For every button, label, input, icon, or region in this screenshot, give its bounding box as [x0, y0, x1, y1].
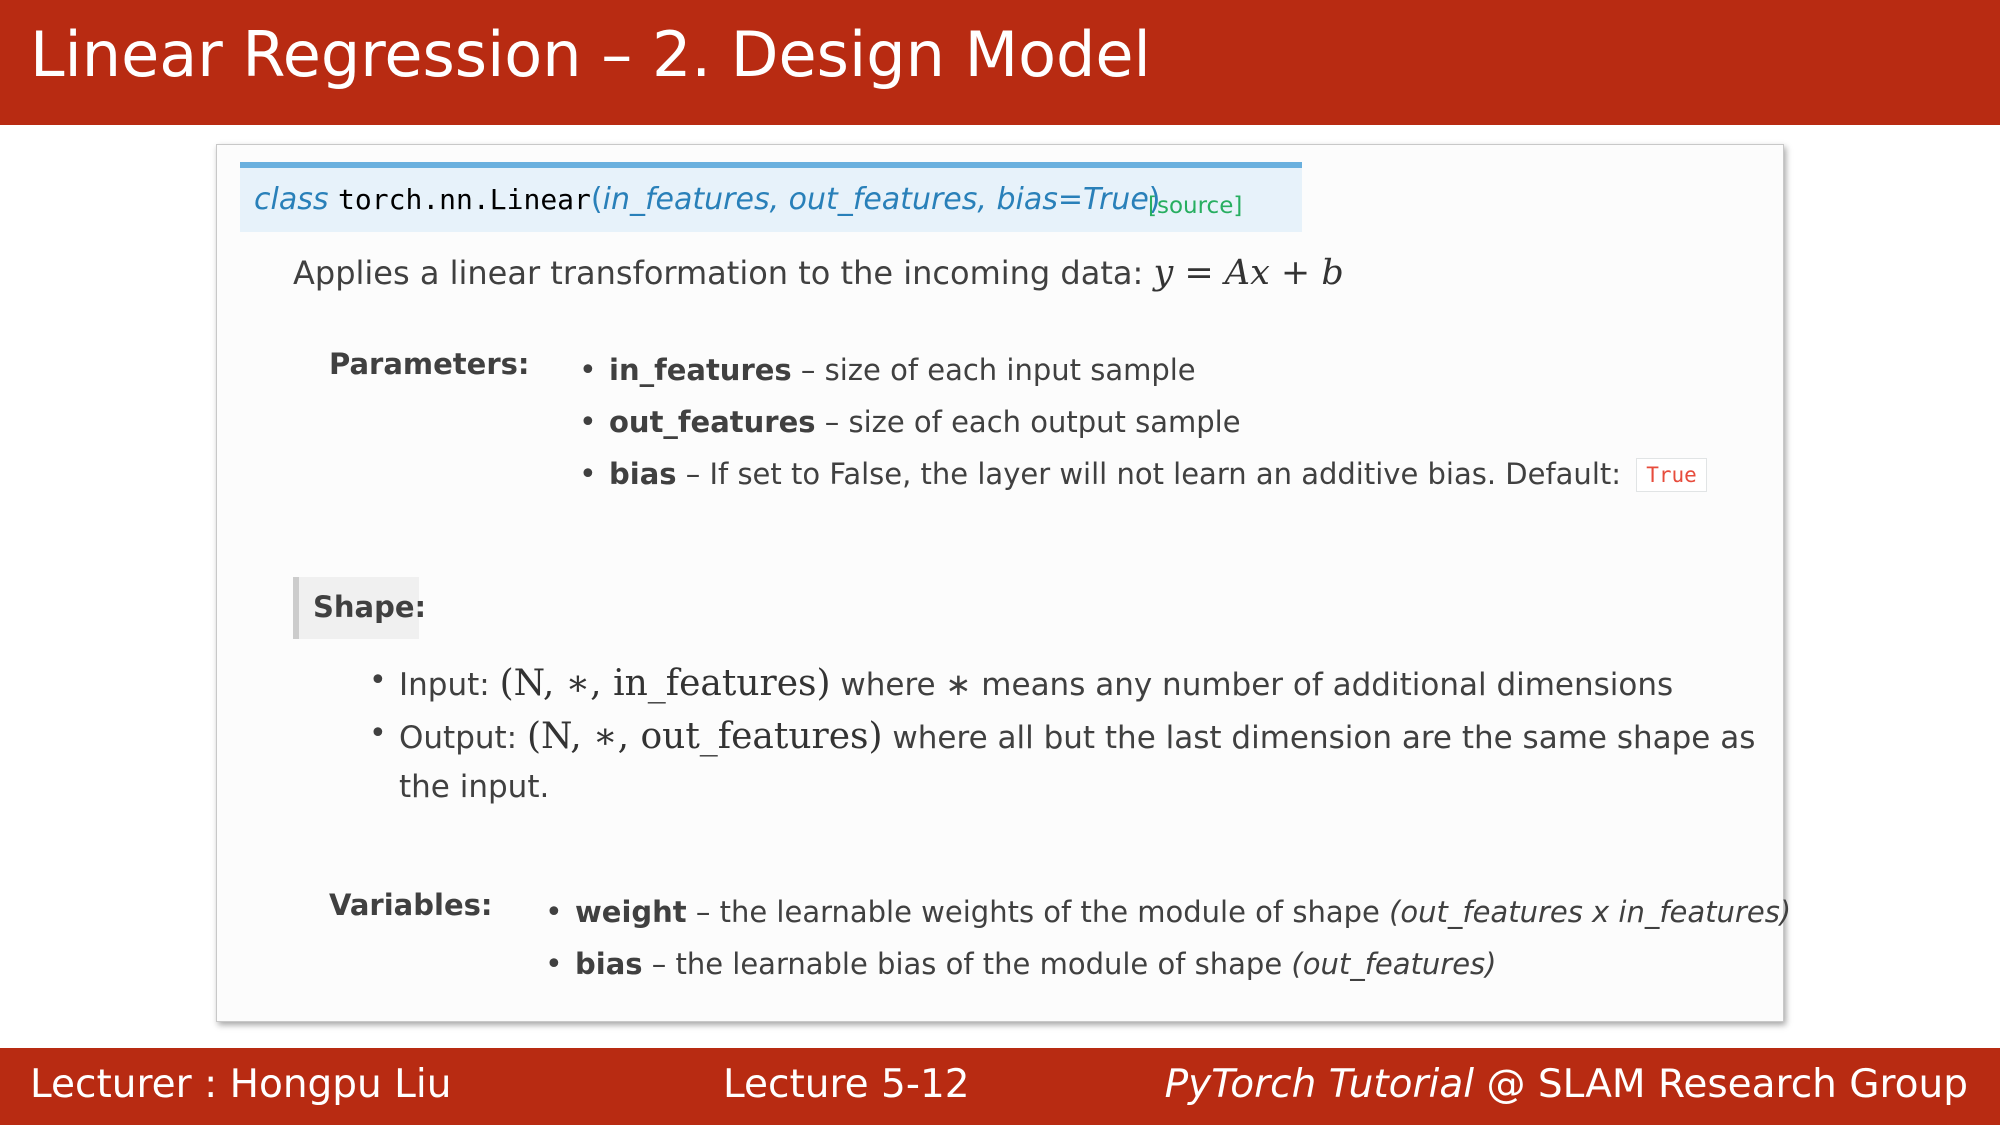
open-paren: ( — [590, 182, 603, 217]
shape-prefix: Output: — [399, 720, 527, 756]
class-name: torch.nn.Linear — [338, 183, 591, 216]
lecture-number: Lecture 5-12 — [723, 1062, 970, 1107]
shape-math: (N, ∗, out_features) — [526, 716, 883, 757]
shape-rubric: Shape: — [293, 577, 426, 639]
slide-header: Linear Regression – 2. Design Model — [0, 0, 2000, 125]
list-item: bias – the learnable bias of the module … — [545, 947, 1497, 982]
variables-label: Variables: — [329, 888, 493, 922]
param-name: in_features — [609, 353, 792, 387]
list-item: bias – If set to False, the layer will n… — [579, 457, 1707, 492]
class-signature: class torch.nn.Linear(in_features, out_f… — [240, 162, 1302, 232]
param-name: bias — [609, 457, 677, 491]
description: Applies a linear transformation to the i… — [293, 253, 1344, 293]
course-title: PyTorch Tutorial — [1164, 1062, 1475, 1107]
class-arguments: in_features, out_features, bias=True — [602, 182, 1149, 217]
list-item: out_features – size of each output sampl… — [579, 405, 1241, 440]
list-item: Output: (N, ∗, out_features) where all b… — [369, 716, 1756, 757]
shape-label: Shape: — [313, 590, 427, 624]
param-desc: – If set to False, the layer will not le… — [676, 457, 1631, 491]
shape-math: (N, ∗, in_features) — [499, 663, 831, 704]
shape-desc: where ∗ means any number of additional d… — [830, 667, 1674, 703]
shape-continuation: the input. — [399, 769, 550, 805]
course-group: @ SLAM Research Group — [1474, 1062, 1968, 1107]
variable-shape: (out_features) — [1291, 947, 1497, 981]
variable-name: bias — [575, 947, 643, 981]
default-value-code: True — [1636, 458, 1707, 492]
description-text: Applies a linear transformation to the i… — [293, 254, 1154, 292]
param-name: out_features — [609, 405, 816, 439]
lecturer-name: Lecturer : Hongpu Liu — [30, 1062, 452, 1107]
param-desc: – size of each input sample — [791, 353, 1196, 387]
variable-desc: – the learnable weights of the module of… — [686, 895, 1390, 929]
slide-title: Linear Regression – 2. Design Model — [30, 18, 1151, 91]
shape-desc: where all but the last dimension are the… — [882, 720, 1756, 756]
documentation-card: class torch.nn.Linear(in_features, out_f… — [216, 144, 1791, 1022]
slide-footer: Lecturer : Hongpu Liu Lecture 5-12 PyTor… — [0, 1048, 2000, 1125]
variable-desc: – the learnable bias of the module of sh… — [642, 947, 1292, 981]
class-keyword: class — [254, 182, 329, 217]
list-item: in_features – size of each input sample — [579, 353, 1196, 388]
list-item: Input: (N, ∗, in_features) where ∗ means… — [369, 663, 1674, 704]
parameters-label: Parameters: — [329, 347, 530, 381]
source-link[interactable]: [source] — [1148, 193, 1242, 219]
list-item: weight – the learnable weights of the mo… — [545, 895, 1792, 930]
description-formula: y = Ax + b — [1153, 253, 1344, 293]
course-name: PyTorch Tutorial @ SLAM Research Group — [1165, 1062, 1968, 1107]
variable-shape: (out_features x in_features) — [1389, 895, 1792, 929]
shape-prefix: Input: — [399, 667, 500, 703]
list-item-continuation: the input. — [399, 769, 549, 805]
param-desc: – size of each output sample — [815, 405, 1241, 439]
variable-name: weight — [575, 895, 687, 929]
